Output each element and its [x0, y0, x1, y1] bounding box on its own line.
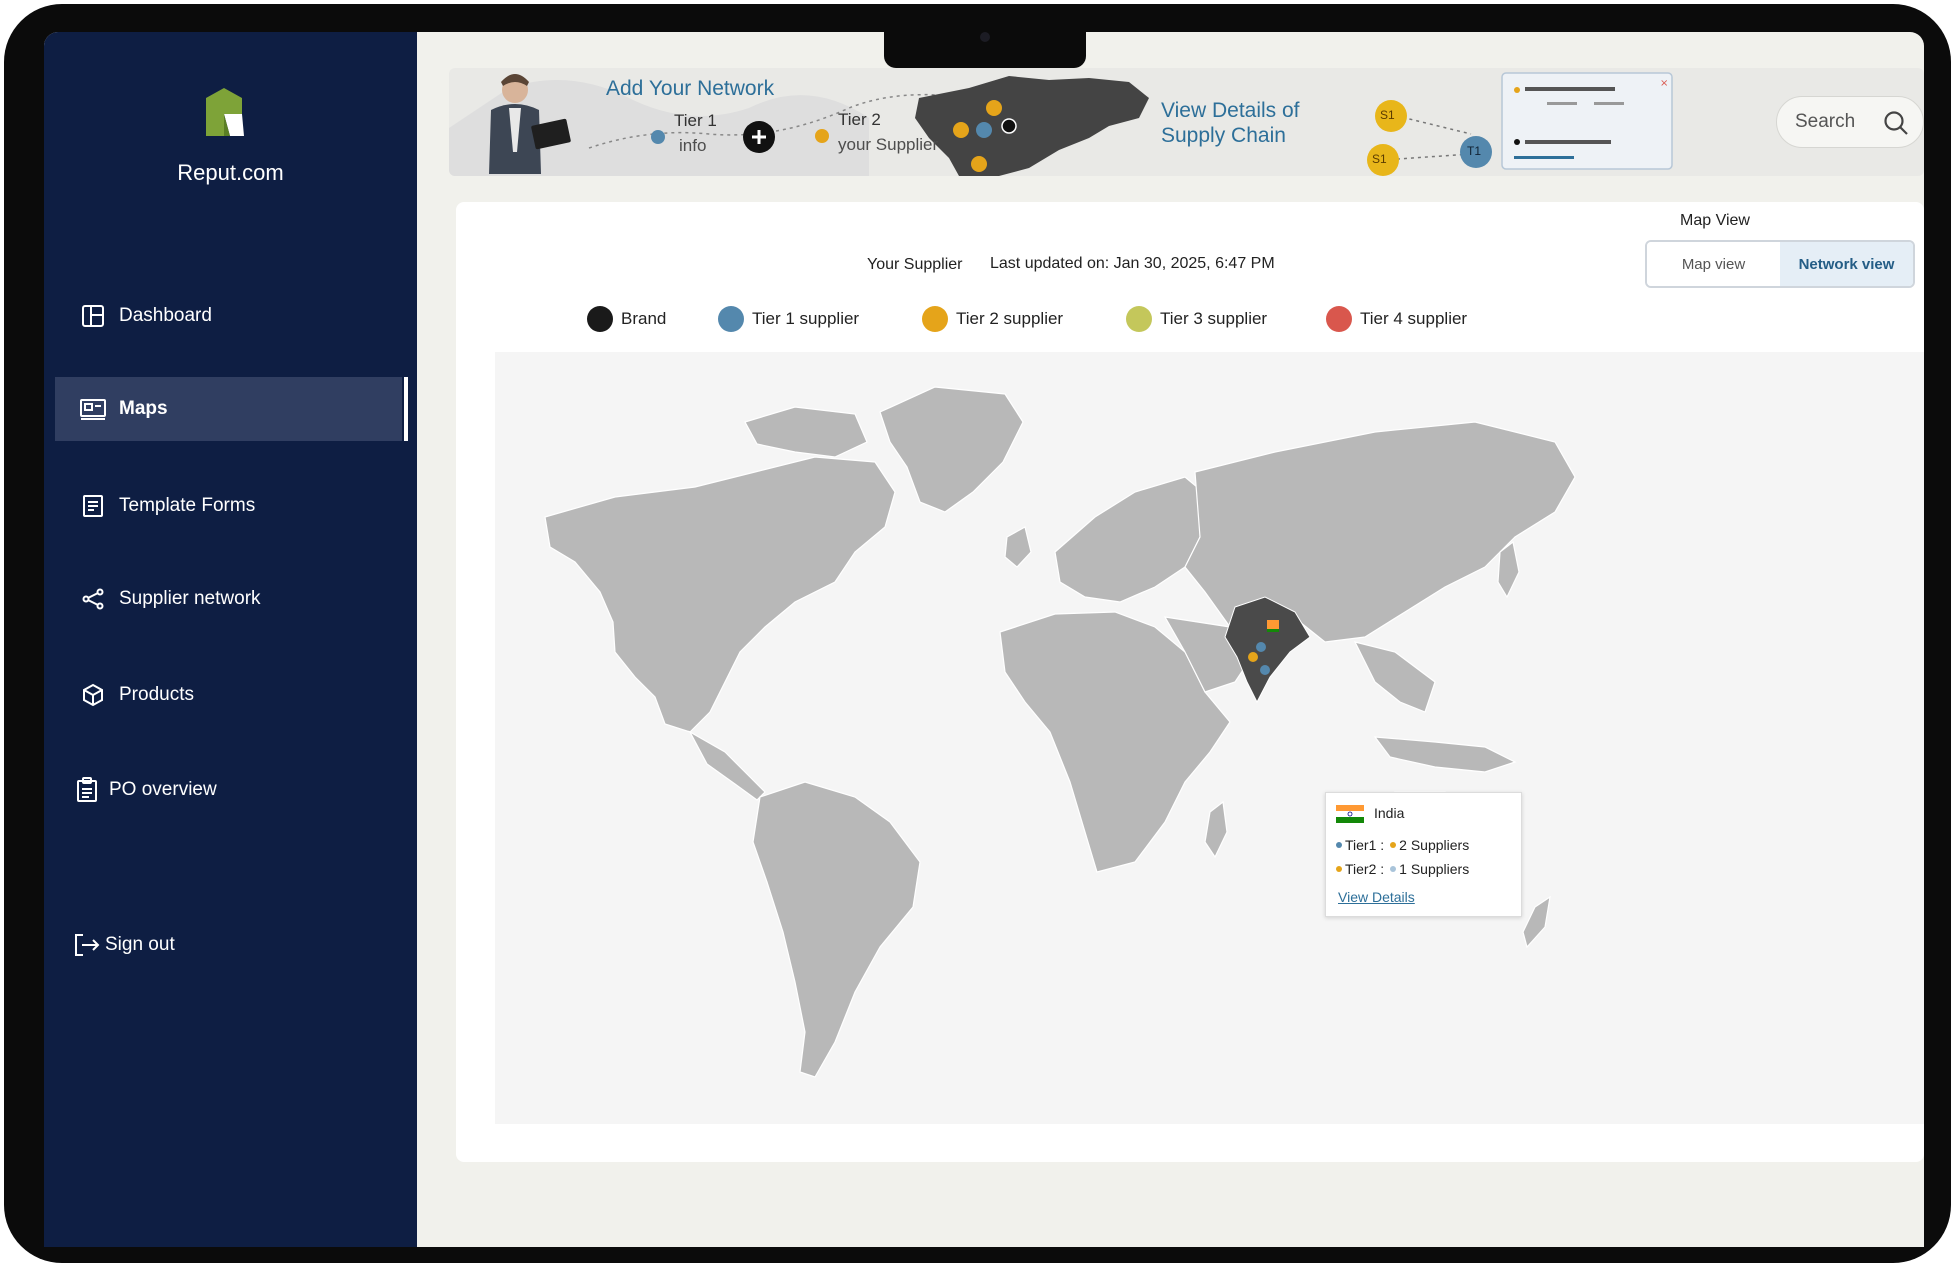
legend-label: Tier 1 supplier — [752, 309, 860, 328]
tooltip-country: India — [1374, 805, 1405, 821]
tooltip-tier2-value: 1 Suppliers — [1399, 861, 1470, 877]
clipboard-icon — [73, 776, 101, 804]
search-icon[interactable] — [1883, 110, 1909, 136]
north-america — [544, 456, 896, 733]
camera-notch — [884, 22, 1086, 68]
legend-brand: Brand — [587, 306, 666, 332]
tooltip-tier2-row: Tier2 : 1 Suppliers — [1336, 861, 1469, 877]
uk — [1004, 526, 1032, 568]
node-s1-bottom: S1 — [1372, 152, 1387, 166]
india-flag-marker — [1267, 620, 1279, 629]
search-input[interactable]: Search — [1776, 96, 1924, 148]
box-icon — [79, 681, 107, 709]
sidebar: Reput.com Dashboard Maps Template Forms — [44, 32, 417, 1247]
map-view-label: Map View — [1680, 212, 1750, 229]
indonesia — [1373, 736, 1517, 773]
view-details-line1: View Details of — [1161, 99, 1300, 122]
sidebar-item-label: Supplier network — [119, 588, 261, 609]
legend-tier3-dot — [1126, 306, 1152, 332]
view-details-link[interactable]: View Details — [1338, 889, 1415, 905]
tier1-sub: info — [679, 136, 707, 155]
sidebar-item-template-forms[interactable]: Template Forms — [55, 474, 402, 538]
legend-label: Tier 4 supplier — [1360, 309, 1468, 328]
node-t1: T1 — [1467, 144, 1482, 158]
tier2-label: Tier 2 — [838, 110, 881, 129]
india-flag-icon — [1336, 805, 1364, 823]
tooltip-tier2-label: Tier2 : — [1345, 861, 1385, 877]
tier1-marker — [1256, 642, 1266, 652]
legend-tier3: Tier 3 supplier — [1126, 306, 1267, 332]
country-tooltip: India Tier1 : 2 Suppliers Tier2 : 1 Supp… — [1325, 792, 1522, 917]
device-frame: Reput.com Dashboard Maps Template Forms — [4, 4, 1951, 1263]
last-updated: Last updated on: Jan 30, 2025, 6:47 PM — [990, 255, 1275, 272]
tier1-marker — [1260, 665, 1270, 675]
sidebar-item-po-overview[interactable]: PO overview — [55, 758, 402, 822]
form-icon — [79, 492, 107, 520]
tooltip-tier1-label: Tier1 : — [1345, 837, 1385, 853]
sidebar-item-maps[interactable]: Maps — [55, 377, 408, 441]
svg-text:×: × — [1660, 78, 1668, 89]
sidebar-item-label: Products — [119, 684, 194, 705]
legend-tier2-dot — [922, 306, 948, 332]
sidebar-item-supplier-network[interactable]: Supplier network — [55, 567, 402, 631]
sidebar-item-label: PO overview — [109, 779, 217, 800]
tier2-sub: your Supplier — [838, 135, 939, 154]
legend-tier4: Tier 4 supplier — [1326, 306, 1467, 332]
view-toggle: Map view Network view — [1645, 240, 1915, 288]
map-view-toggle[interactable]: Map view — [1647, 242, 1780, 286]
world-map[interactable] — [495, 352, 1924, 1124]
south-america — [752, 781, 921, 1078]
reput-logo-icon — [206, 88, 244, 136]
sidebar-item-label: Template Forms — [119, 495, 256, 516]
greenland — [879, 386, 1024, 513]
your-supplier-label: Your Supplier — [867, 256, 963, 273]
brand-name: Reput.com — [177, 160, 284, 185]
tier1-label: Tier 1 — [674, 111, 717, 130]
sidebar-item-label: Dashboard — [119, 305, 212, 326]
legend-tier1-dot — [718, 306, 744, 332]
legend-label: Brand — [621, 309, 667, 328]
madagascar — [1204, 800, 1228, 859]
sidebar-item-dashboard[interactable]: Dashboard — [55, 284, 402, 348]
search-placeholder: Search — [1795, 111, 1856, 132]
europe — [1054, 476, 1216, 603]
legend-tier1: Tier 1 supplier — [718, 306, 859, 332]
tier2-marker — [1248, 652, 1258, 662]
world-map-shapes — [544, 386, 1576, 1078]
southeast-asia — [1353, 641, 1436, 713]
legend-tier2: Tier 2 supplier — [922, 306, 1063, 332]
app-screen: Reput.com Dashboard Maps Template Forms — [44, 32, 1924, 1247]
legend-label: Tier 3 supplier — [1160, 309, 1268, 328]
dashboard-icon — [79, 302, 107, 330]
signout-icon — [73, 931, 101, 959]
arctic-islands — [744, 406, 868, 458]
new-zealand — [1522, 895, 1551, 949]
share-icon — [79, 585, 107, 613]
sidebar-item-label: Maps — [119, 398, 168, 419]
add-network-title[interactable]: Add Your Network — [606, 77, 774, 101]
view-details-title[interactable]: View Details of Supply Chain — [1161, 98, 1300, 148]
node-s1-top: S1 — [1380, 108, 1395, 122]
map-icon — [79, 395, 107, 423]
tooltip-tier1-row: Tier1 : 2 Suppliers — [1336, 837, 1469, 853]
legend-tier4-dot — [1326, 306, 1352, 332]
legend-label: Tier 2 supplier — [956, 309, 1064, 328]
onboarding-banner: × Add Your Network Tier 1 info Tier 2 yo… — [449, 68, 1924, 176]
sidebar-item-products[interactable]: Products — [55, 663, 402, 727]
legend-brand-dot — [587, 306, 613, 332]
view-details-line2: Supply Chain — [1161, 124, 1286, 147]
central-america — [688, 730, 766, 801]
sidebar-item-sign-out[interactable]: Sign out — [55, 913, 402, 977]
network-view-toggle[interactable]: Network view — [1780, 242, 1913, 286]
tooltip-tier1-value: 2 Suppliers — [1399, 837, 1470, 853]
sidebar-item-label: Sign out — [105, 934, 175, 955]
